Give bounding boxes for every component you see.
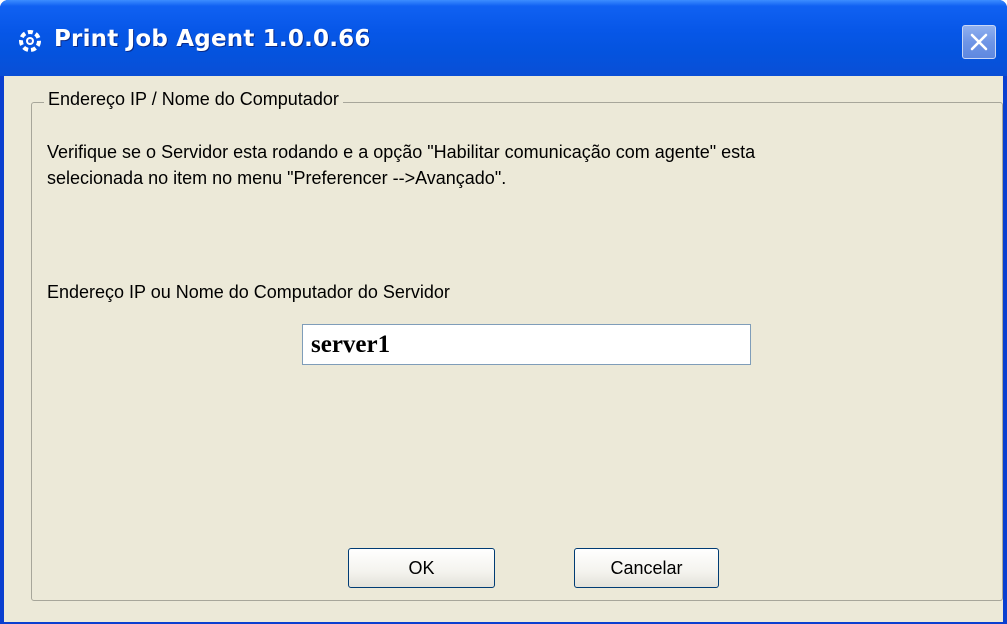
print-agent-icon [19, 30, 41, 52]
instructions-text: Verifique se o Servidor esta rodando e a… [47, 139, 967, 191]
ok-button[interactable]: OK [348, 548, 495, 588]
instruction-line: Verifique se o Servidor esta rodando e a… [47, 142, 756, 162]
cancel-button[interactable]: Cancelar [574, 548, 719, 588]
server-address-input[interactable] [302, 324, 751, 365]
group-legend: Endereço IP / Nome do Computador [44, 89, 343, 110]
close-icon [970, 33, 988, 51]
instruction-line: selecionada no item no menu "Preferencer… [47, 168, 507, 188]
server-field-label: Endereço IP ou Nome do Computador do Ser… [47, 282, 450, 302]
window-title: Print Job Agent 1.0.0.66 [54, 26, 371, 52]
title-bar[interactable]: Print Job Agent 1.0.0.66 [0, 0, 1007, 76]
dialog-window: Print Job Agent 1.0.0.66 Endereço IP / N… [0, 0, 1007, 624]
close-button[interactable] [962, 25, 996, 59]
